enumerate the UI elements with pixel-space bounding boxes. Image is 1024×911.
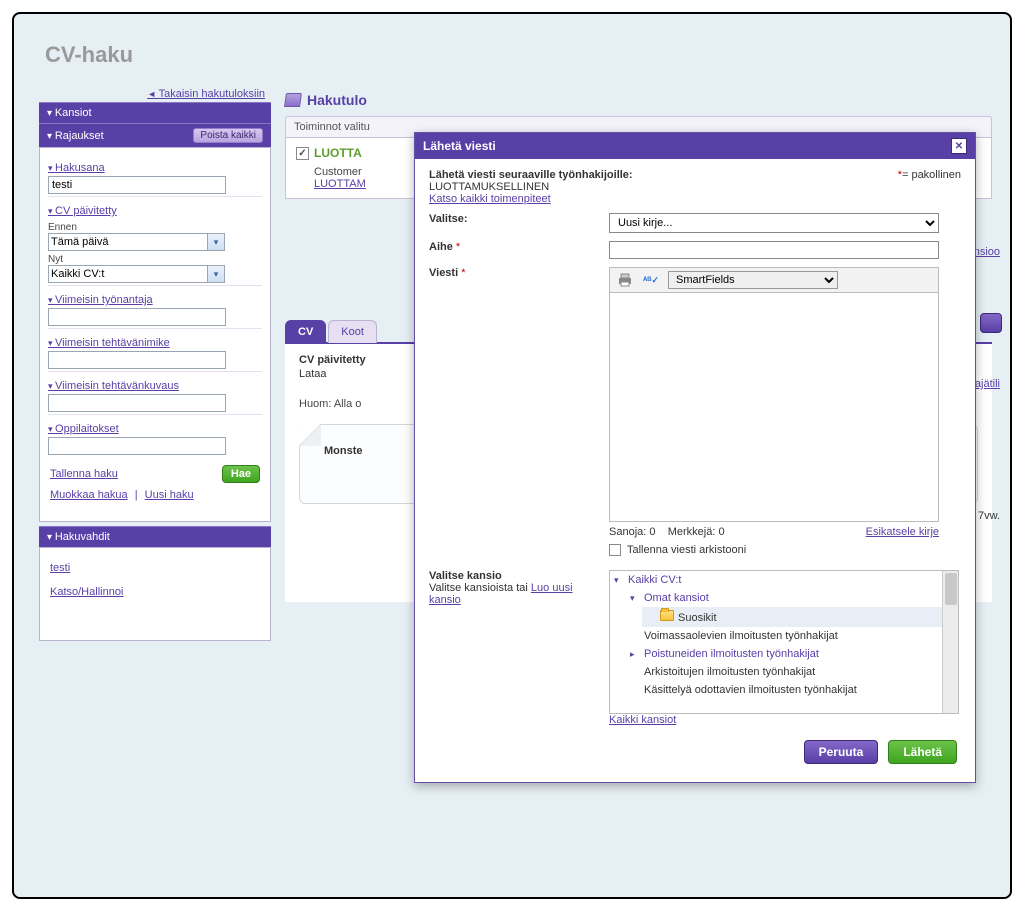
tree-active-jobs[interactable]: Voimassaolevien ilmoitusten työnhakijat bbox=[626, 627, 958, 645]
search-button[interactable]: Hae bbox=[222, 465, 260, 483]
hakuvahdit-header[interactable]: Hakuvahdit bbox=[39, 526, 271, 547]
filter-last-jobtitle-title[interactable]: Viimeisin tehtävänimike bbox=[48, 335, 262, 351]
tree-root[interactable]: Kaikki CV:t bbox=[610, 571, 958, 589]
subject-input[interactable] bbox=[609, 241, 939, 259]
message-editor[interactable] bbox=[609, 292, 939, 522]
filter-last-jobdesc-title[interactable]: Viimeisin tehtävänkuvaus bbox=[48, 378, 262, 394]
last-employer-input[interactable] bbox=[48, 308, 226, 326]
page-title: CV-haku bbox=[45, 42, 992, 68]
see-all-actions-link[interactable]: Katso kaikki toimenpiteet bbox=[429, 193, 551, 205]
filters-panel-body: Hakusana CV päivitetty Ennen ▾ Nyt ▾ bbox=[39, 147, 271, 522]
last-jobdesc-input[interactable] bbox=[48, 394, 226, 412]
edit-search-link[interactable]: Muokkaa hakua bbox=[50, 489, 128, 501]
save-archive-label: Tallenna viesti arkistooni bbox=[627, 544, 746, 556]
result-name-text: LUOTTA bbox=[314, 146, 362, 160]
back-to-results-link[interactable]: Takaisin hakutuloksiin bbox=[39, 88, 271, 100]
message-label: Viesti bbox=[429, 267, 458, 279]
smartfields-select[interactable]: SmartFields bbox=[668, 271, 838, 289]
tree-pending-jobs[interactable]: Käsittelyä odottavien ilmoitusten työnha… bbox=[626, 681, 958, 699]
tab-cv[interactable]: CV bbox=[285, 320, 326, 343]
sidebar: Takaisin hakutuloksiin Kansiot Rajaukset… bbox=[39, 88, 271, 641]
modal-header[interactable]: Lähetä viesti ✕ bbox=[415, 133, 975, 159]
result-checkbox[interactable]: ✓ bbox=[296, 147, 309, 160]
chars-count: Merkkejä: 0 bbox=[668, 526, 725, 538]
recipients-label: Lähetä viesti seuraaville työnhakijoille… bbox=[429, 169, 961, 181]
folder-section-sub: Valitse kansioista tai bbox=[429, 582, 528, 594]
subject-label: Aihe bbox=[429, 241, 453, 253]
before-select[interactable] bbox=[48, 233, 208, 251]
hakuvahdit-body: testi Katso/Hallinnoi bbox=[39, 547, 271, 641]
tree-archived-jobs[interactable]: Arkistoitujen ilmoitusten työnhakijat bbox=[626, 663, 958, 681]
letter-select[interactable]: Uusi kirje... bbox=[609, 213, 939, 233]
recipient-name: LUOTTAMUKSELLINEN bbox=[429, 181, 961, 193]
hakuvahdit-label: Hakuvahdit bbox=[55, 531, 110, 543]
customer-label: Customer bbox=[314, 166, 362, 178]
preview-link[interactable]: Esikatsele kirje bbox=[866, 526, 939, 538]
save-archive-checkbox[interactable] bbox=[609, 544, 621, 556]
cancel-button[interactable]: Peruuta bbox=[804, 740, 879, 764]
customer-link[interactable]: LUOTTAM bbox=[314, 178, 366, 190]
before-label: Ennen bbox=[48, 222, 262, 233]
clear-all-button[interactable]: Poista kaikki bbox=[193, 128, 263, 143]
modal-title: Lähetä viesti bbox=[423, 139, 496, 153]
spellcheck-icon[interactable]: ᴬᴮ✓ bbox=[642, 272, 660, 288]
separator: | bbox=[131, 489, 142, 501]
folders-panel-header[interactable]: Kansiot bbox=[39, 102, 271, 123]
results-title: Hakutulo bbox=[307, 92, 367, 108]
tree-own-folders[interactable]: Omat kansiot bbox=[626, 589, 958, 607]
all-folders-link[interactable]: Kaikki kansiot bbox=[609, 714, 676, 726]
last-jobtitle-input[interactable] bbox=[48, 351, 226, 369]
cut-text-7vw: 7vw. bbox=[978, 510, 1000, 522]
words-count: Sanoja: 0 bbox=[609, 526, 655, 538]
scrollbar-thumb[interactable] bbox=[945, 573, 957, 605]
hakuvahdit-manage-link[interactable]: Katso/Hallinnoi bbox=[50, 586, 260, 598]
folder-section-title: Valitse kansio bbox=[429, 570, 589, 582]
schools-input[interactable] bbox=[48, 437, 226, 455]
now-label: Nyt bbox=[48, 254, 262, 265]
cut-link-ajatili[interactable]: ajätili bbox=[975, 378, 1000, 390]
print-icon[interactable] bbox=[616, 272, 634, 288]
filters-panel-header[interactable]: Rajaukset Poista kaikki bbox=[39, 123, 271, 147]
folder-icon bbox=[660, 610, 674, 621]
tree-favorites[interactable]: Suosikit bbox=[642, 607, 958, 627]
filter-keyword-title[interactable]: Hakusana bbox=[48, 160, 262, 176]
chevron-down-icon[interactable]: ▾ bbox=[207, 233, 225, 251]
close-icon[interactable]: ✕ bbox=[951, 138, 967, 154]
tree-deleted-jobs[interactable]: Poistuneiden ilmoitusten työnhakijat bbox=[626, 645, 958, 663]
tab-koot[interactable]: Koot bbox=[328, 320, 377, 343]
filter-last-employer-title[interactable]: Viimeisin työnantaja bbox=[48, 292, 262, 308]
folders-header-label: Kansiot bbox=[55, 107, 92, 119]
purple-badge[interactable] bbox=[980, 313, 1002, 333]
send-button[interactable]: Lähetä bbox=[888, 740, 957, 764]
scrollbar[interactable] bbox=[942, 571, 958, 713]
filter-schools-title[interactable]: Oppilaitokset bbox=[48, 421, 262, 437]
required-note: *= pakollinen bbox=[898, 169, 961, 181]
save-search-link[interactable]: Tallenna haku bbox=[50, 468, 118, 480]
filters-header-label: Rajaukset bbox=[55, 130, 104, 142]
select-label: Valitse: bbox=[429, 213, 609, 225]
now-select[interactable] bbox=[48, 265, 208, 283]
cut-link-nsioo[interactable]: nsioo bbox=[974, 246, 1000, 258]
book-icon bbox=[284, 93, 302, 107]
send-message-modal: Lähetä viesti ✕ *= pakollinen Lähetä vie… bbox=[414, 132, 976, 783]
keyword-input[interactable] bbox=[48, 176, 226, 194]
editor-toolbar: ᴬᴮ✓ SmartFields bbox=[609, 267, 939, 292]
filter-cv-updated-title[interactable]: CV päivitetty bbox=[48, 203, 262, 219]
folder-tree: Kaikki CV:t Omat kansiot Suosikit Voimas… bbox=[609, 570, 959, 714]
hakuvahdit-item[interactable]: testi bbox=[50, 562, 260, 574]
new-search-link[interactable]: Uusi haku bbox=[145, 489, 194, 501]
chevron-down-icon[interactable]: ▾ bbox=[207, 265, 225, 283]
